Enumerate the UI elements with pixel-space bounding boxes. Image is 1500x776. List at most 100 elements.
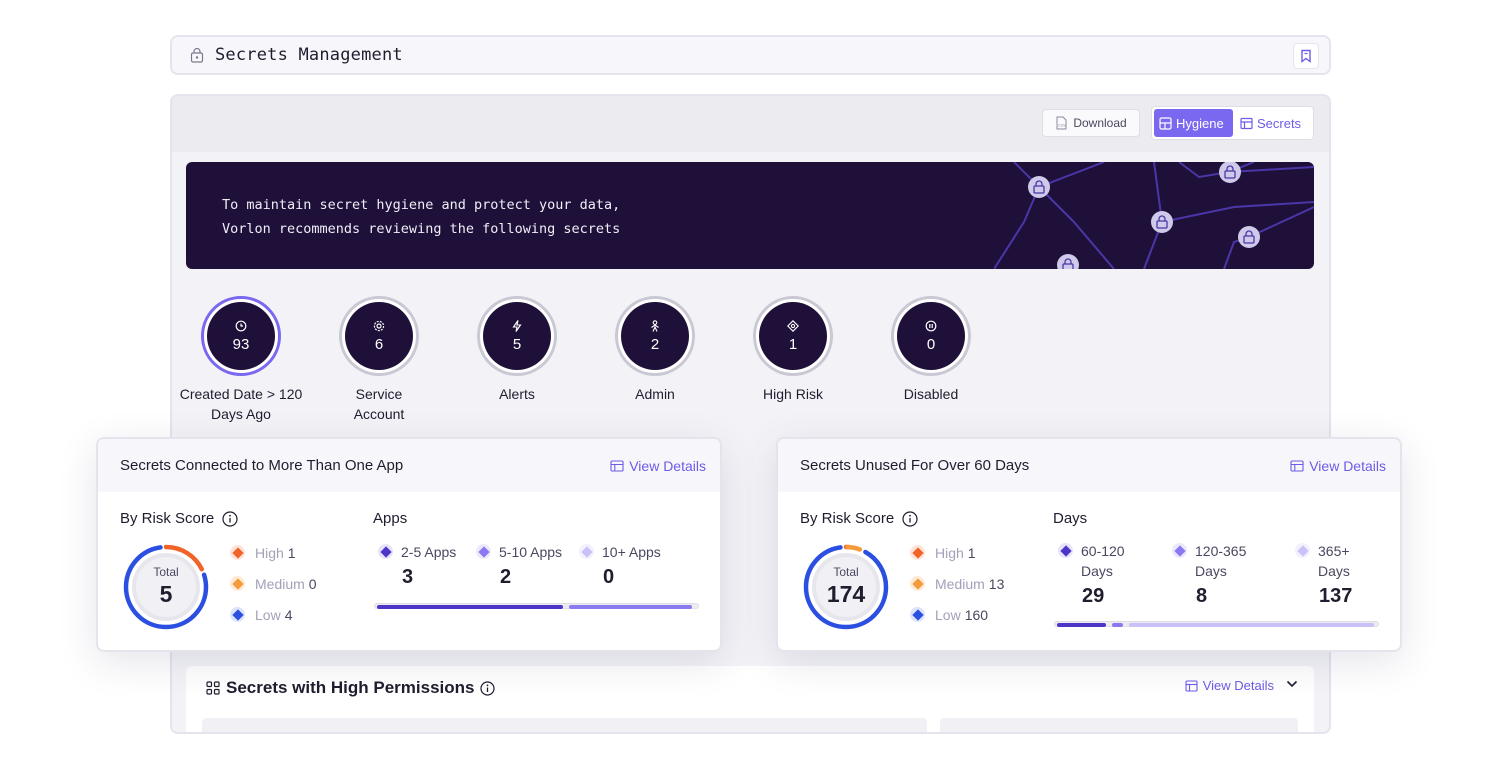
risk-donut-chart: Total 174 <box>800 541 892 633</box>
view-details-label: View Details <box>1202 678 1274 693</box>
card-unused-secrets: Secrets Unused For Over 60 Days View Det… <box>776 437 1402 652</box>
csv-file-icon: CSV <box>1056 116 1067 130</box>
tab-secrets[interactable]: Secrets <box>1235 109 1311 137</box>
kpi-service-account[interactable]: 6 Service Account <box>314 296 444 424</box>
kpi-disabled[interactable]: 0 Disabled <box>866 296 996 404</box>
view-details-label: View Details <box>1309 457 1386 474</box>
permissions-panel-right <box>940 718 1298 732</box>
total-label: Total <box>153 565 179 579</box>
legend-value: 160 <box>964 606 989 623</box>
card-title: Secrets Unused For Over 60 Days <box>800 457 1030 474</box>
metric-value: 0 <box>603 566 615 588</box>
permissions-panel-left <box>202 718 927 732</box>
metric-label: 120-365 Days <box>1195 543 1247 579</box>
kpi-label: Admin <box>635 386 675 402</box>
metric-value: 3 <box>402 566 414 588</box>
bookmark-button[interactable] <box>1293 43 1319 69</box>
diamond-icon <box>230 607 245 622</box>
chevron-down-icon[interactable] <box>1286 680 1298 688</box>
view-details-link[interactable]: View Details <box>610 458 706 474</box>
metric-value: 8 <box>1196 585 1208 607</box>
legend-item-medium: Medium 13 <box>910 568 1004 599</box>
legend-value: 1 <box>287 544 296 561</box>
high-permissions-section: Secrets with High Permissions View Detai… <box>186 666 1314 732</box>
tab-hygiene-label: Hygiene <box>1176 115 1224 131</box>
diamond-icon <box>1172 543 1187 558</box>
recommendation-banner: To maintain secret hygiene and protect y… <box>186 162 1314 269</box>
diamond-icon <box>910 607 925 622</box>
grid-icon <box>206 681 220 695</box>
kpi-label: Created Date > 120 Days Ago <box>179 386 303 422</box>
tab-secrets-label: Secrets <box>1256 115 1302 131</box>
kpi-value: 6 <box>374 335 384 353</box>
network-graphic <box>994 162 1314 269</box>
kpi-value: 5 <box>512 335 522 353</box>
kpi-alerts[interactable]: 5 Alerts <box>452 296 582 404</box>
days-label: Days <box>1053 510 1088 527</box>
info-icon[interactable] <box>222 510 238 527</box>
bar-segment <box>569 605 692 609</box>
banner-line-2: Vorlon recommends reviewing the followin… <box>222 221 621 237</box>
legend-item-low: Low 160 <box>910 599 1004 630</box>
page-title: Secrets Management <box>215 45 403 65</box>
diamond-icon <box>579 544 594 559</box>
view-details-link[interactable]: View Details <box>1290 458 1386 474</box>
total-value: 5 <box>159 581 173 607</box>
metric-10-plus-apps: 10+ Apps 0 <box>579 542 661 589</box>
legend-value: 13 <box>988 575 1005 592</box>
legend-item-high: High 1 <box>230 537 317 568</box>
metric-60-120-days: 60-120 Days 29 <box>1058 541 1148 608</box>
card-title: Secrets Connected to More Than One App <box>120 457 404 474</box>
apps-label: Apps <box>373 510 408 527</box>
diamond-icon <box>910 545 925 560</box>
info-icon[interactable] <box>902 510 918 527</box>
risk-legend: High 1 Medium 13 Low 160 <box>910 537 1004 630</box>
metric-label: 2-5 Apps <box>401 544 457 560</box>
lock-node-icon <box>1238 226 1260 248</box>
table-icon <box>1185 679 1198 692</box>
kpi-label: Disabled <box>903 386 959 402</box>
layout-icon <box>1159 116 1172 130</box>
risk-score-label: By Risk Score <box>120 510 215 527</box>
table-icon <box>1290 459 1304 472</box>
lock-node-icon <box>1057 254 1079 269</box>
metric-label: 60-120 Days <box>1081 543 1125 579</box>
metric-value: 29 <box>1082 585 1105 607</box>
kpi-admin[interactable]: 2 Admin <box>590 296 720 404</box>
legend-name: High <box>255 544 284 561</box>
diamond-icon <box>476 544 491 559</box>
banner-line-1: To maintain secret hygiene and protect y… <box>222 197 621 213</box>
legend-name: High <box>935 544 964 561</box>
total-value: 174 <box>826 581 866 607</box>
days-distribution-bar <box>1054 621 1379 627</box>
risk-donut-chart: Total 5 <box>120 541 212 633</box>
lock-icon <box>189 47 205 63</box>
risk-legend: High 1 Medium 0 Low 4 <box>230 537 317 630</box>
download-button[interactable]: CSV Download <box>1042 109 1140 137</box>
metric-120-365-days: 120-365 Days 8 <box>1172 541 1262 608</box>
metric-5-10-apps: 5-10 Apps 2 <box>476 542 562 589</box>
person-icon <box>651 319 659 332</box>
metric-value: 137 <box>1319 585 1353 607</box>
lock-node-icon <box>1219 162 1241 183</box>
legend-name: Low <box>935 606 961 623</box>
bookmark-icon <box>1301 49 1311 63</box>
section-title: Secrets with High Permissions <box>226 678 475 697</box>
svg-text:CSV: CSV <box>1058 123 1067 128</box>
gear-icon <box>373 320 385 331</box>
legend-item-low: Low 4 <box>230 599 317 630</box>
target-icon <box>787 319 799 332</box>
diamond-icon <box>910 576 925 591</box>
info-icon[interactable] <box>480 680 496 696</box>
clock-icon <box>235 320 247 331</box>
metric-value: 2 <box>500 566 512 588</box>
kpi-created-date[interactable]: 93 Created Date > 120 Days Ago <box>176 296 306 424</box>
tab-hygiene[interactable]: Hygiene <box>1154 109 1233 137</box>
lock-node-icon <box>1028 176 1050 198</box>
kpi-value: 93 <box>232 335 250 353</box>
metric-2-5-apps: 2-5 Apps 3 <box>378 542 456 589</box>
view-details-link[interactable]: View Details <box>1185 678 1274 693</box>
kpi-high-risk[interactable]: 1 High Risk <box>728 296 858 404</box>
table-icon <box>610 459 624 472</box>
diamond-icon <box>378 544 393 559</box>
